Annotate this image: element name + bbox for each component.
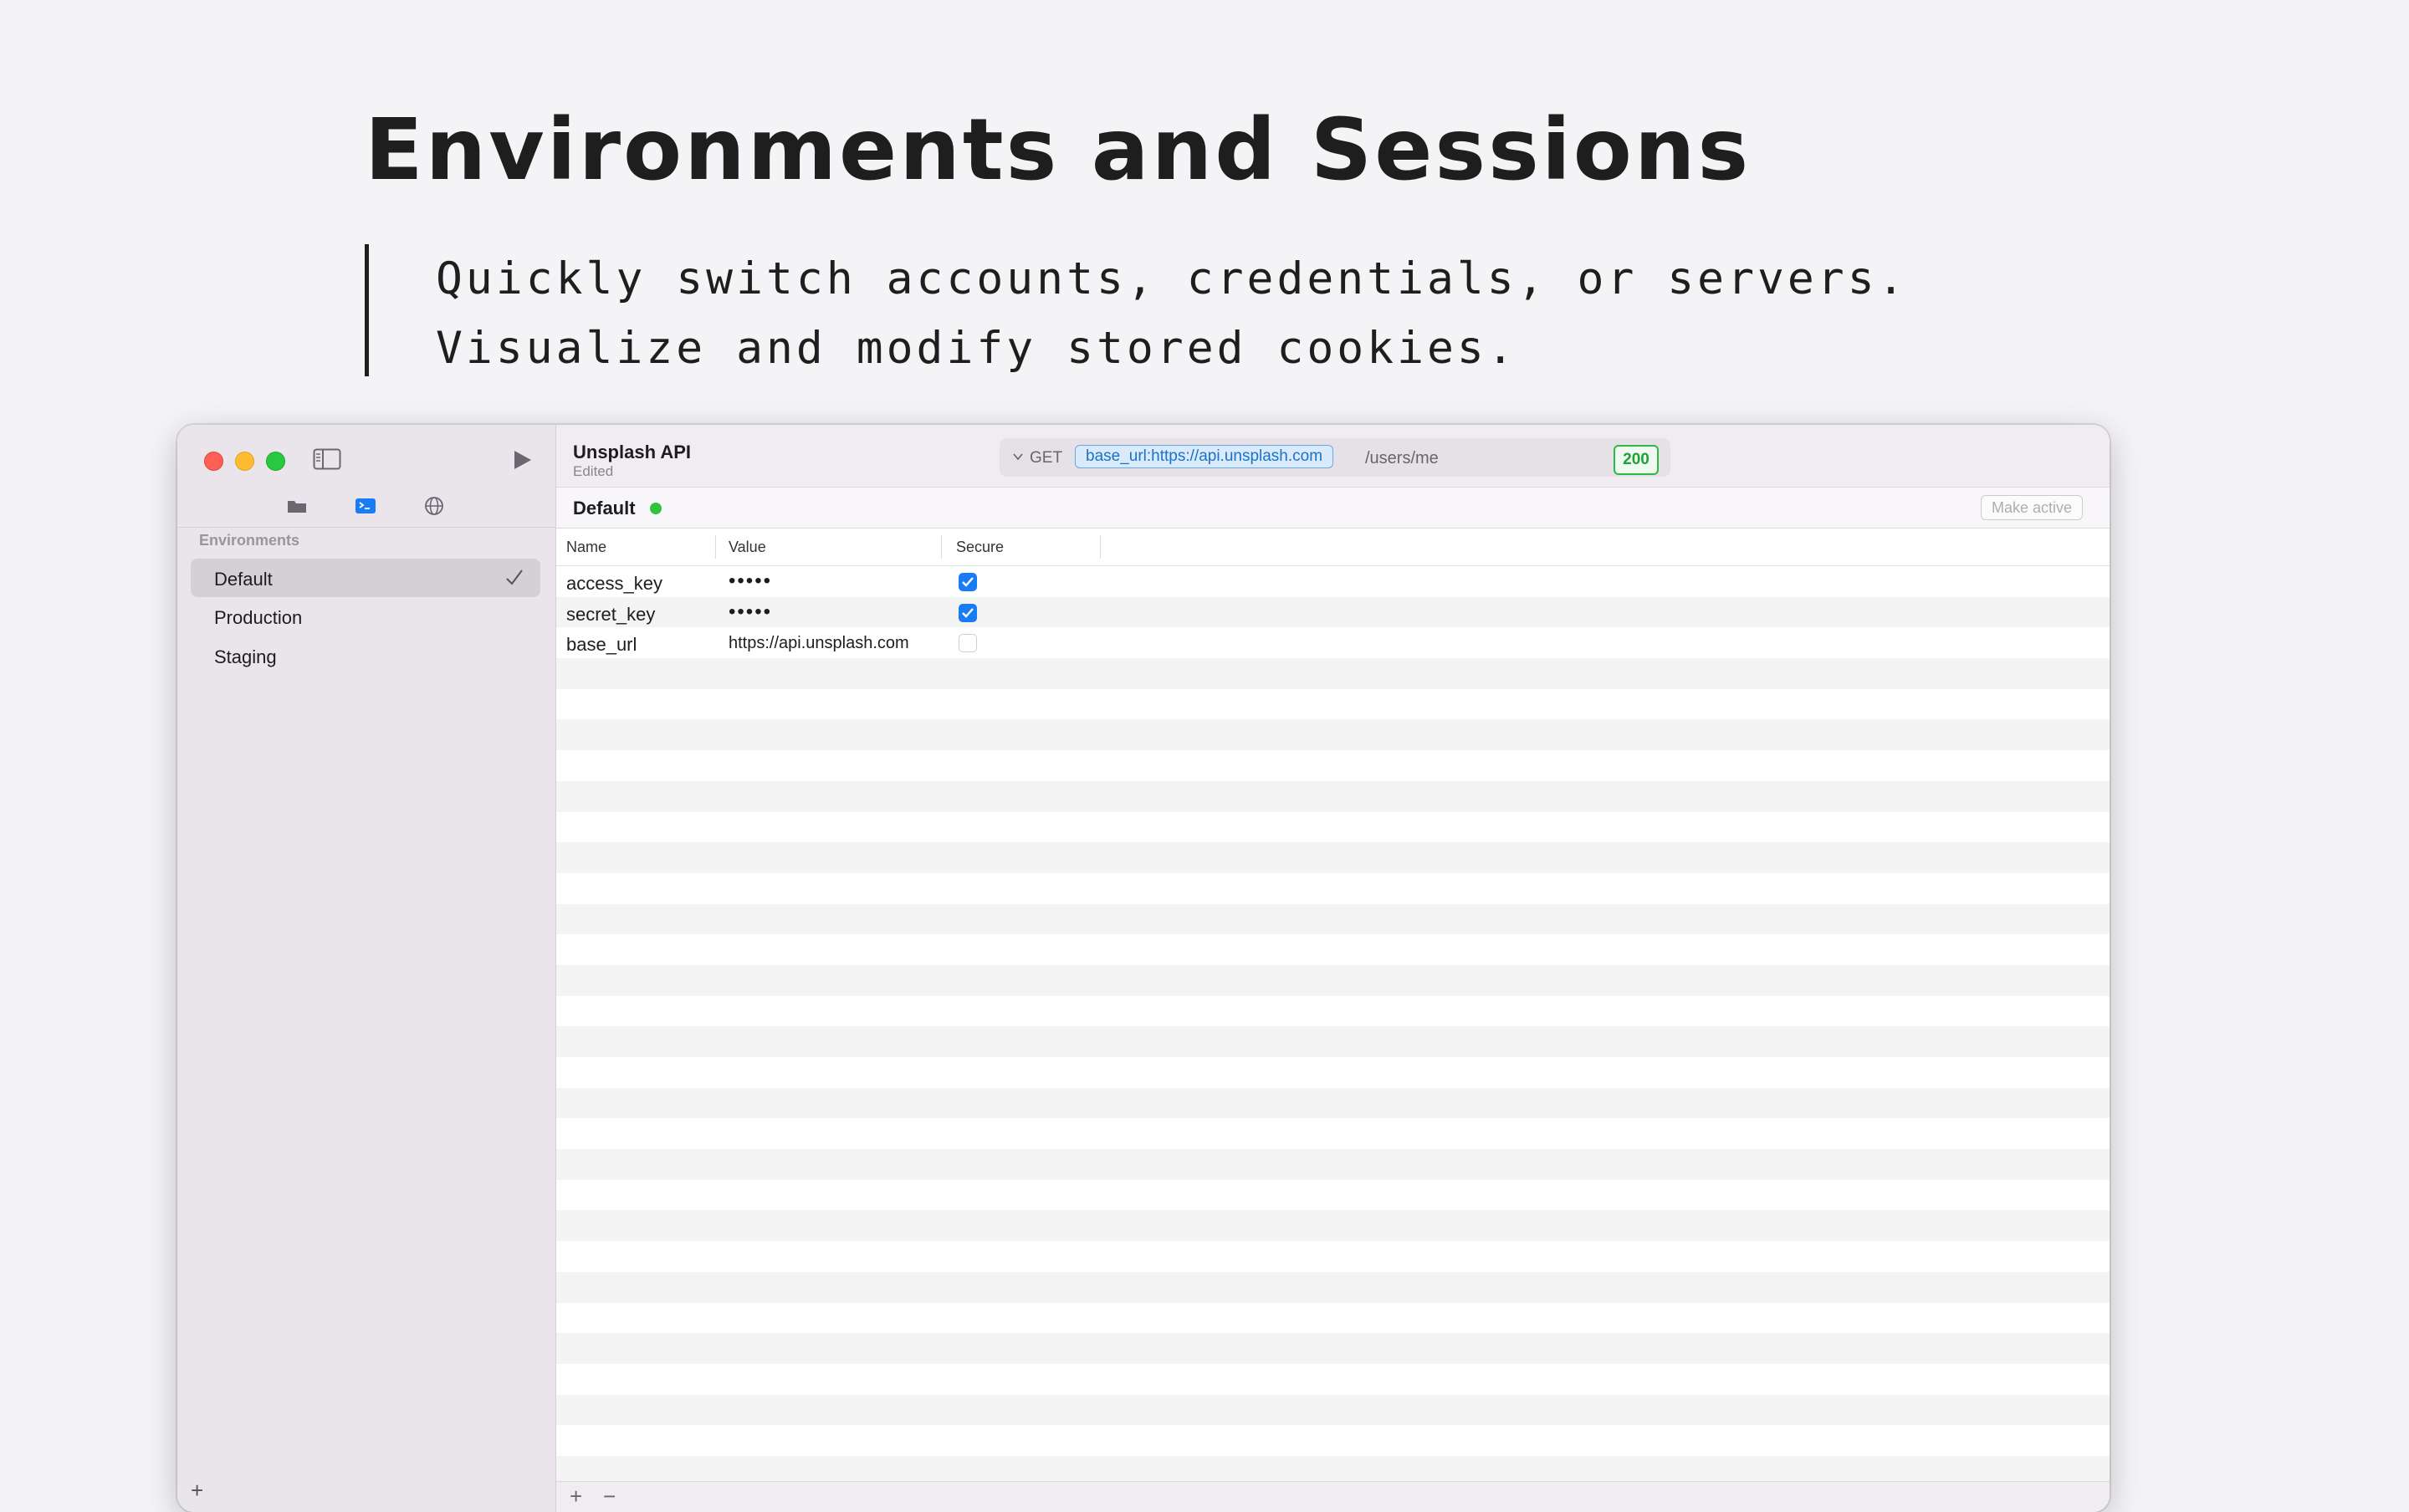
- window-controls: [204, 452, 285, 471]
- column-divider[interactable]: [715, 535, 716, 559]
- table-row[interactable]: access_key •••••: [556, 566, 2110, 597]
- remove-variable-button[interactable]: −: [603, 1484, 616, 1509]
- play-icon[interactable]: [510, 448, 534, 472]
- sidebar-item-label: Production: [214, 607, 303, 628]
- sidebar-section-title: Environments: [199, 532, 300, 549]
- empty-table-row: [556, 1241, 2110, 1272]
- variable-value[interactable]: •••••: [729, 570, 772, 593]
- sidebar-tabs: [177, 488, 555, 524]
- variable-name[interactable]: base_url: [566, 634, 637, 656]
- empty-table-row: [556, 964, 2110, 996]
- feature-line-2: Visualize and modify stored cookies.: [436, 323, 1517, 374]
- table-header: Name Value Secure: [556, 529, 2110, 566]
- empty-table-row: [556, 658, 2110, 689]
- zoom-window-button[interactable]: [266, 452, 285, 471]
- feature-line-1: Quickly switch accounts, credentials, or…: [436, 253, 1908, 304]
- checkmark-icon: [506, 570, 523, 585]
- empty-table-row: [556, 811, 2110, 843]
- sidebar-toggle-icon[interactable]: [313, 448, 341, 470]
- sidebar: Environments Default Production Staging …: [177, 425, 556, 1512]
- column-header-secure[interactable]: Secure: [956, 539, 1004, 556]
- empty-table-row: [556, 1302, 2110, 1334]
- feature-quote: Quickly switch accounts, credentials, or…: [365, 244, 1908, 376]
- empty-table-row: [556, 750, 2110, 781]
- sidebar-item-staging[interactable]: Staging: [191, 636, 540, 675]
- minimize-window-button[interactable]: [235, 452, 254, 471]
- column-header-value[interactable]: Value: [729, 539, 766, 556]
- empty-table-row: [556, 1149, 2110, 1180]
- environment-header: Default Make active: [556, 488, 2110, 529]
- close-window-button[interactable]: [204, 452, 223, 471]
- checkmark-icon: [962, 577, 974, 587]
- empty-table-row: [556, 1118, 2110, 1150]
- empty-table-row: [556, 1179, 2110, 1211]
- checkmark-icon: [962, 607, 974, 618]
- empty-table-row: [556, 1087, 2110, 1119]
- url-path[interactable]: /users/me: [1365, 449, 1439, 468]
- empty-table-row: [556, 842, 2110, 873]
- empty-table-row: [556, 1057, 2110, 1088]
- empty-table-row: [556, 1425, 2110, 1456]
- page-headline: Environments and Sessions: [365, 100, 1752, 200]
- empty-table-row: [556, 780, 2110, 812]
- add-variable-button[interactable]: +: [570, 1484, 582, 1509]
- empty-table-row: [556, 1026, 2110, 1057]
- variable-name[interactable]: secret_key: [566, 604, 655, 626]
- empty-table-row: [556, 1210, 2110, 1242]
- secure-checkbox[interactable]: [959, 603, 977, 622]
- empty-table-row: [556, 1271, 2110, 1303]
- column-header-name[interactable]: Name: [566, 539, 606, 556]
- terminal-icon[interactable]: [355, 495, 376, 517]
- environment-name: Default: [573, 498, 636, 518]
- table-body: access_key ••••• secret_key ••••• base_u…: [556, 566, 2110, 1512]
- active-status-dot: [650, 503, 662, 514]
- empty-table-row: [556, 872, 2110, 904]
- variable-name[interactable]: access_key: [566, 573, 662, 595]
- request-url-bar[interactable]: GET base_url:https://api.unsplash.com /u…: [1000, 438, 1670, 477]
- sidebar-item-label: Staging: [214, 646, 277, 667]
- column-divider[interactable]: [941, 535, 942, 559]
- app-window: Environments Default Production Staging …: [177, 425, 2110, 1512]
- empty-table-row: [556, 1363, 2110, 1395]
- secure-checkbox[interactable]: [959, 573, 977, 591]
- document-status: Edited: [573, 463, 614, 479]
- add-environment-button[interactable]: +: [191, 1478, 203, 1504]
- variables-table: Name Value Secure access_key ••••• secre…: [556, 529, 2110, 1512]
- sidebar-divider: [177, 527, 555, 528]
- empty-table-row: [556, 903, 2110, 935]
- status-badge: 200: [1614, 445, 1659, 475]
- table-footer: + −: [556, 1481, 2110, 1512]
- variable-value[interactable]: https://api.unsplash.com: [729, 634, 909, 653]
- empty-table-row: [556, 1333, 2110, 1364]
- table-row[interactable]: secret_key •••••: [556, 596, 2110, 628]
- sidebar-item-label: Default: [214, 569, 273, 590]
- sidebar-item-default[interactable]: Default: [191, 559, 540, 597]
- url-variable-token[interactable]: base_url:https://api.unsplash.com: [1075, 445, 1334, 468]
- make-active-button[interactable]: Make active: [1980, 495, 2083, 520]
- folder-icon[interactable]: [286, 495, 308, 517]
- empty-table-row: [556, 688, 2110, 720]
- document-title: Unsplash API: [573, 442, 691, 462]
- table-row[interactable]: base_url https://api.unsplash.com: [556, 627, 2110, 659]
- chevron-down-icon[interactable]: [1011, 450, 1025, 463]
- request-method[interactable]: GET: [1030, 449, 1062, 467]
- empty-table-row: [556, 719, 2110, 751]
- globe-icon[interactable]: [423, 495, 445, 517]
- column-divider[interactable]: [1100, 535, 1101, 559]
- empty-table-row: [556, 934, 2110, 965]
- empty-table-row: [556, 1394, 2110, 1426]
- secure-checkbox[interactable]: [959, 634, 977, 653]
- sidebar-item-production[interactable]: Production: [191, 597, 540, 636]
- empty-table-row: [556, 995, 2110, 1027]
- variable-value[interactable]: •••••: [729, 600, 772, 624]
- toolbar: Unsplash API Edited GET base_url:https:/…: [556, 425, 2110, 488]
